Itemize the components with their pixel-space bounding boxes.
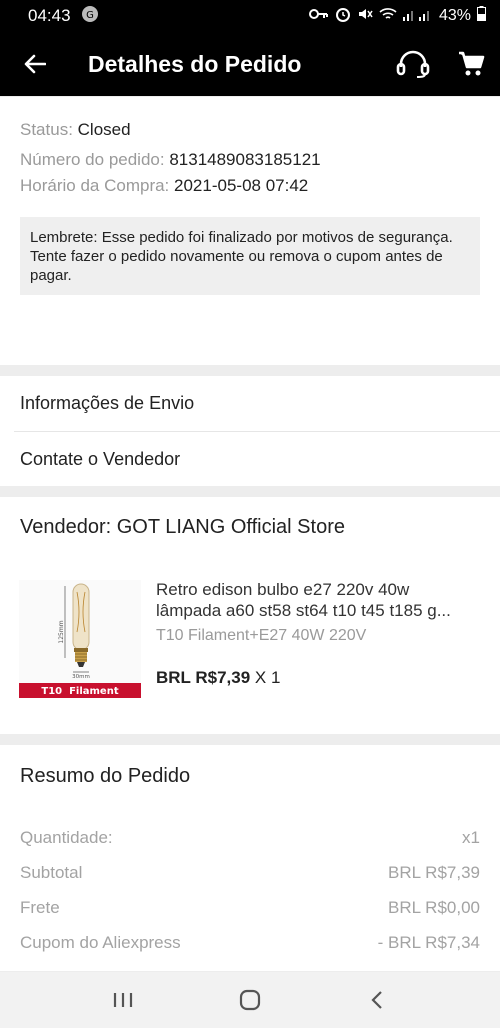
system-back-button[interactable] bbox=[347, 975, 407, 1025]
product-variant: T10 Filament+E27 40W 220V bbox=[156, 627, 367, 644]
order-status-line: Status: Closed bbox=[20, 120, 131, 140]
signal-icon bbox=[402, 6, 433, 26]
summary-title: Resumo do Pedido bbox=[20, 765, 191, 787]
seller-name[interactable]: Vendedor: GOT LIANG Official Store bbox=[20, 516, 345, 539]
home-icon bbox=[239, 989, 261, 1011]
back-button[interactable] bbox=[0, 32, 70, 96]
status-label: Status: bbox=[20, 120, 73, 139]
chevron-left-icon bbox=[371, 991, 382, 1009]
support-button[interactable] bbox=[384, 32, 442, 96]
order-number-label: Número do pedido: bbox=[20, 150, 165, 169]
summary-row-label: Frete bbox=[20, 898, 60, 917]
reminder-box: Lembrete: Esse pedido foi finalizado por… bbox=[20, 217, 480, 295]
battery-percent: 43% bbox=[438, 7, 471, 24]
shipping-info-link[interactable]: Informações de Envio bbox=[0, 376, 500, 431]
order-links-section: Informações de Envio Contate o Vendedor bbox=[0, 376, 500, 486]
status-bar: 04:43 G 43% bbox=[0, 0, 500, 32]
product-price-line: BRL R$7,39 X 1 bbox=[156, 668, 280, 688]
summary-row: Subtotal BRL R$7,39 bbox=[20, 863, 480, 883]
recents-icon bbox=[114, 993, 133, 1007]
notification-icon: G bbox=[81, 5, 99, 28]
cart-icon bbox=[459, 51, 485, 76]
alarm-icon bbox=[335, 6, 351, 27]
summary-row-value: BRL R$7,39 bbox=[388, 863, 480, 882]
mute-icon bbox=[357, 6, 373, 27]
purchase-time-value: 2021-05-08 07:42 bbox=[174, 176, 309, 195]
home-button[interactable] bbox=[220, 975, 280, 1025]
summary-row-label: Subtotal bbox=[20, 863, 83, 882]
battery-icon bbox=[477, 6, 486, 26]
order-number-line: Número do pedido: 8131489083185121 bbox=[20, 150, 321, 170]
summary-row-label: Cupom do Aliexpress bbox=[20, 933, 181, 952]
order-summary-section: Resumo do Pedido Quantidade: x1 Subtotal… bbox=[0, 745, 500, 971]
product-image[interactable]: 125mm 30mm T10 Filament bbox=[19, 580, 141, 698]
image-width-label: 30mm bbox=[72, 674, 90, 680]
system-nav-bar bbox=[0, 972, 500, 1028]
page-title: Detalhes do Pedido bbox=[88, 50, 302, 77]
status-value: Closed bbox=[77, 120, 131, 139]
cart-button[interactable] bbox=[442, 32, 500, 96]
summary-row-label: Quantidade: bbox=[20, 828, 113, 847]
image-banner: T10 Filament bbox=[41, 686, 118, 697]
wifi-icon bbox=[379, 6, 397, 26]
summary-row: Cupom do Aliexpress - BRL R$7,34 bbox=[20, 933, 480, 953]
seller-section: Vendedor: GOT LIANG Official Store 125mm… bbox=[0, 497, 500, 734]
product-title-line1: Retro edison bulbo e27 220v 40w bbox=[156, 580, 410, 599]
arrow-left-icon bbox=[24, 54, 46, 74]
headset-icon bbox=[396, 50, 430, 78]
clock: 04:43 bbox=[28, 6, 71, 25]
contact-seller-link[interactable]: Contate o Vendedor bbox=[0, 432, 500, 487]
purchase-time-line: Horário da Compra: 2021-05-08 07:42 bbox=[20, 176, 308, 196]
key-icon bbox=[308, 6, 329, 26]
product-price: BRL R$7,39 bbox=[156, 668, 251, 687]
recent-apps-button[interactable] bbox=[93, 975, 153, 1025]
product-title[interactable]: Retro edison bulbo e27 220v 40w lâmpada … bbox=[156, 579, 482, 621]
app-header: Detalhes do Pedido bbox=[0, 32, 500, 96]
purchase-time-label: Horário da Compra: bbox=[20, 176, 170, 195]
image-height-label: 125mm bbox=[58, 620, 65, 643]
summary-row: Quantidade: x1 bbox=[20, 828, 480, 848]
order-number-value[interactable]: 8131489083185121 bbox=[169, 150, 320, 169]
summary-row-value: - BRL R$7,34 bbox=[377, 933, 480, 952]
summary-row-value: BRL R$0,00 bbox=[388, 898, 480, 917]
summary-row: Frete BRL R$0,00 bbox=[20, 898, 480, 918]
summary-row-value: x1 bbox=[462, 828, 480, 847]
order-status-section: Status: Closed Número do pedido: 8131489… bbox=[0, 97, 500, 365]
svg-text:G: G bbox=[86, 10, 94, 21]
product-quantity: X 1 bbox=[254, 668, 281, 687]
product-title-line2: lâmpada a60 st58 st64 t10 t45 t185 g... bbox=[156, 601, 451, 620]
